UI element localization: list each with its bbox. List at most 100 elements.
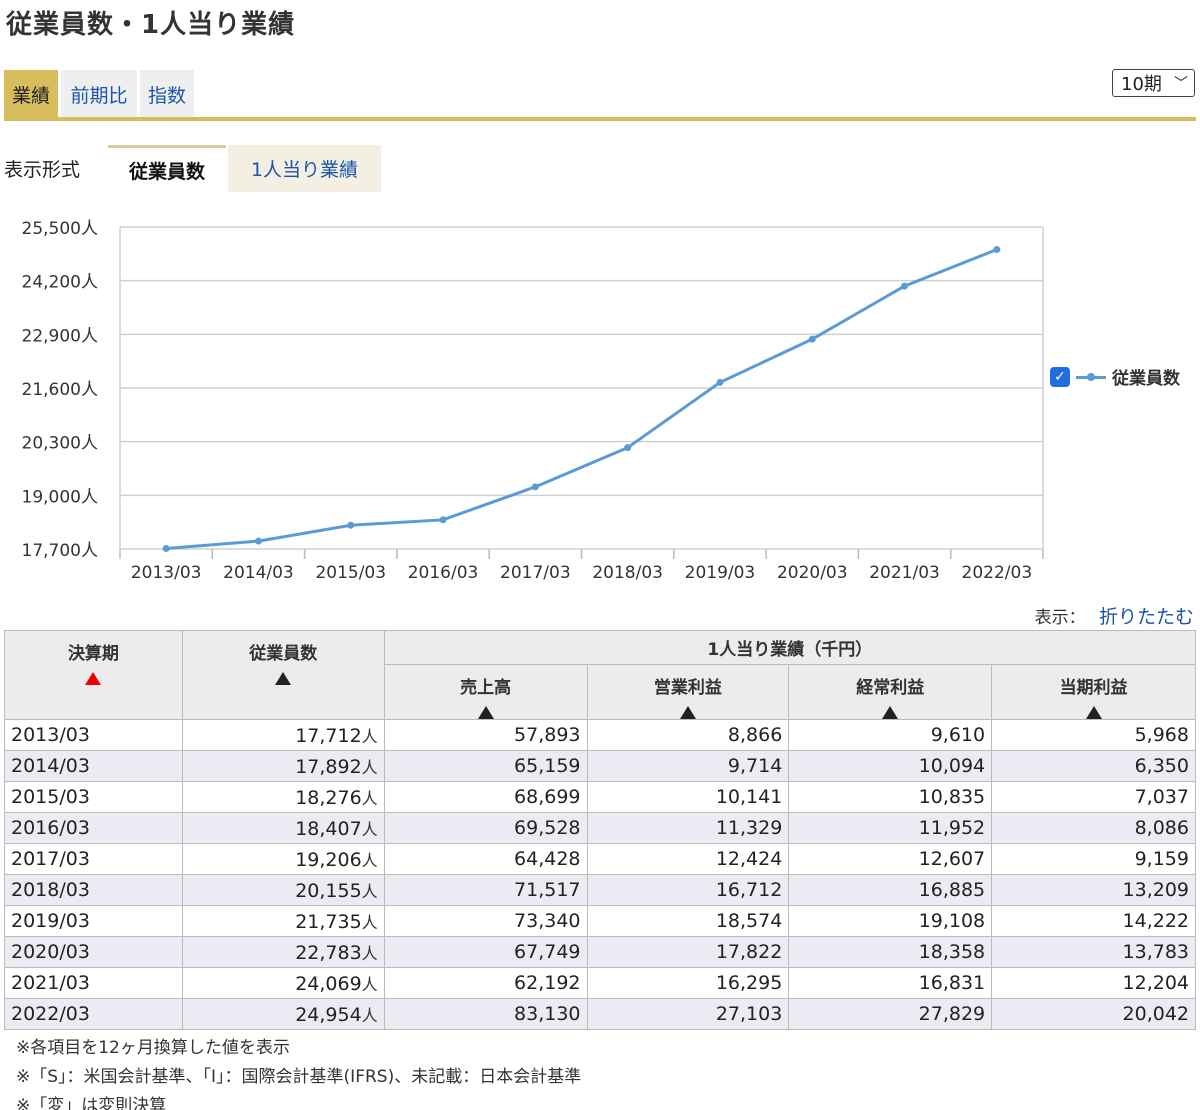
employees-unit: 人 [361, 944, 378, 963]
employees-unit: 人 [361, 1006, 378, 1025]
cell-ordinary-profit: 10,094 [788, 750, 993, 782]
table-row: 2016/03 18,407人 69,528 11,329 11,952 8,086 [4, 812, 1196, 844]
cell-period: 2018/03 [4, 874, 183, 906]
cell-net-profit: 13,209 [991, 874, 1196, 906]
cell-ordinary-profit: 27,829 [788, 998, 993, 1030]
employees-unit: 人 [361, 789, 378, 808]
data-point[interactable] [531, 483, 539, 491]
header-op-label: 営業利益 [653, 678, 722, 698]
data-point[interactable] [808, 335, 816, 343]
x-tick-label: 2014/03 [223, 563, 294, 583]
x-tick-label: 2021/03 [869, 563, 940, 583]
cell-ordinary-profit: 10,835 [788, 781, 993, 813]
header-net-label: 当期利益 [1059, 678, 1128, 698]
data-point[interactable] [347, 521, 355, 529]
footnote: ※「S」：米国会計基準、「I」：国際会計基準(IFRS)、未記載：日本会計基準 [16, 1067, 582, 1087]
data-point[interactable] [624, 444, 632, 452]
data-point[interactable] [716, 378, 724, 386]
employee-chart: 17,700人 19,000人 20,300人 21,600人 22,900人 24,20… [22, 219, 1044, 583]
period-select-value: 10期 [1121, 74, 1162, 95]
cell-employees: 17,892人 [181, 750, 385, 782]
cell-operating-profit: 11,329 [586, 812, 790, 844]
tab-index[interactable]: 指数 [140, 70, 194, 118]
cell-sales: 83,130 [383, 998, 588, 1030]
results-table: 決算期 従業員数 1人当り業績（千円） 売上高 営業利益 経常利益 当期利益 2… [4, 630, 1197, 1030]
cell-employees: 24,069人 [181, 967, 385, 999]
data-point[interactable] [439, 516, 447, 524]
display-toggle: 表示： 折りたたむ [1035, 602, 1194, 629]
x-tick-label: 2015/03 [315, 563, 386, 583]
employees-value: 24,954 [295, 1004, 362, 1026]
cell-employees: 18,407人 [181, 812, 385, 844]
employees-unit: 人 [361, 727, 378, 746]
cell-period: 2016/03 [4, 812, 183, 844]
cell-period: 2020/03 [4, 936, 183, 968]
collapse-link[interactable]: 折りたたむ [1099, 606, 1194, 628]
cell-operating-profit: 10,141 [586, 781, 790, 813]
cell-operating-profit: 27,103 [586, 998, 790, 1030]
employees-unit: 人 [361, 820, 378, 839]
data-point[interactable] [162, 545, 170, 553]
format-tab-employees[interactable]: 従業員数 [108, 145, 226, 192]
x-tick-label: 2017/03 [500, 563, 571, 583]
y-tick-label: 21,600人 [22, 380, 98, 400]
employees-unit: 人 [361, 882, 378, 901]
y-tick-label: 22,900人 [22, 326, 98, 346]
header-ordinary-label: 経常利益 [856, 678, 925, 698]
cell-sales: 65,159 [383, 750, 588, 782]
cell-sales: 69,528 [383, 812, 588, 844]
legend-checkbox[interactable]: ✓ [1050, 366, 1070, 387]
table-row: 2020/03 22,783人 67,749 17,822 18,358 13,783 [4, 936, 1196, 968]
employees-unit: 人 [361, 975, 378, 994]
sort-icon[interactable] [1085, 706, 1102, 719]
sort-icon[interactable] [679, 706, 696, 719]
chevron-down-icon: ﹀ [1174, 76, 1188, 92]
table-row: 2022/03 24,954人 83,130 27,103 27,829 20,042 [4, 998, 1196, 1030]
cell-operating-profit: 8,866 [586, 719, 790, 751]
cell-sales: 62,192 [383, 967, 588, 999]
cell-sales: 71,517 [383, 874, 588, 906]
view-tabs: 業績 前期比 指数 [4, 70, 194, 118]
employees-unit: 人 [361, 851, 378, 870]
cell-employees: 22,783人 [181, 936, 385, 968]
employees-value: 21,735 [295, 911, 362, 933]
tab-underline [4, 117, 1196, 121]
employees-value: 17,892 [295, 756, 362, 778]
cell-period: 2017/03 [4, 843, 183, 875]
cell-period: 2022/03 [4, 998, 183, 1030]
cell-net-profit: 13,783 [991, 936, 1196, 968]
employees-value: 18,407 [295, 818, 362, 840]
sort-icon[interactable] [477, 706, 494, 719]
footnotes: ※各項目を12ヶ月換算した値を表示 ※「S」：米国会計基準、「I」：国際会計基準… [16, 1034, 581, 1110]
tab-yoy[interactable]: 前期比 [61, 70, 137, 118]
header-employees: 従業員数 [181, 630, 385, 720]
data-point[interactable] [254, 537, 262, 545]
cell-operating-profit: 16,712 [586, 874, 790, 906]
cell-employees: 19,206人 [181, 843, 385, 875]
data-point[interactable] [901, 282, 909, 290]
cell-sales: 67,749 [383, 936, 588, 968]
legend-line-icon [1076, 369, 1106, 385]
data-point[interactable] [993, 246, 1001, 254]
page-title: 従業員数・1人当り業績 [6, 10, 296, 40]
chart-legend: ✓ 従業員数 [1050, 364, 1180, 389]
cell-net-profit: 12,204 [991, 967, 1196, 999]
header-ordinary-profit: 経常利益 [788, 664, 993, 720]
y-tick-label: 24,200人 [22, 273, 98, 293]
sort-asc-icon[interactable] [85, 672, 102, 685]
table-row: 2013/03 17,712人 57,893 8,866 9,610 5,968 [4, 719, 1196, 751]
sort-icon[interactable] [882, 706, 899, 719]
series-line [166, 248, 998, 550]
x-tick-label: 2022/03 [962, 563, 1033, 583]
cell-ordinary-profit: 19,108 [788, 905, 993, 937]
format-tab-per-capita[interactable]: 1人当り業績 [228, 145, 381, 192]
cell-operating-profit: 18,574 [586, 905, 790, 937]
tab-results[interactable]: 業績 [4, 70, 58, 118]
sort-icon[interactable] [275, 672, 292, 685]
cell-employees: 21,735人 [181, 905, 385, 937]
period-select[interactable]: 10期 ﹀ [1112, 69, 1195, 97]
employees-value: 17,712 [295, 725, 362, 747]
employees-value: 19,206 [295, 849, 362, 871]
y-tick-label: 25,500人 [22, 219, 98, 239]
cell-net-profit: 5,968 [991, 719, 1196, 751]
